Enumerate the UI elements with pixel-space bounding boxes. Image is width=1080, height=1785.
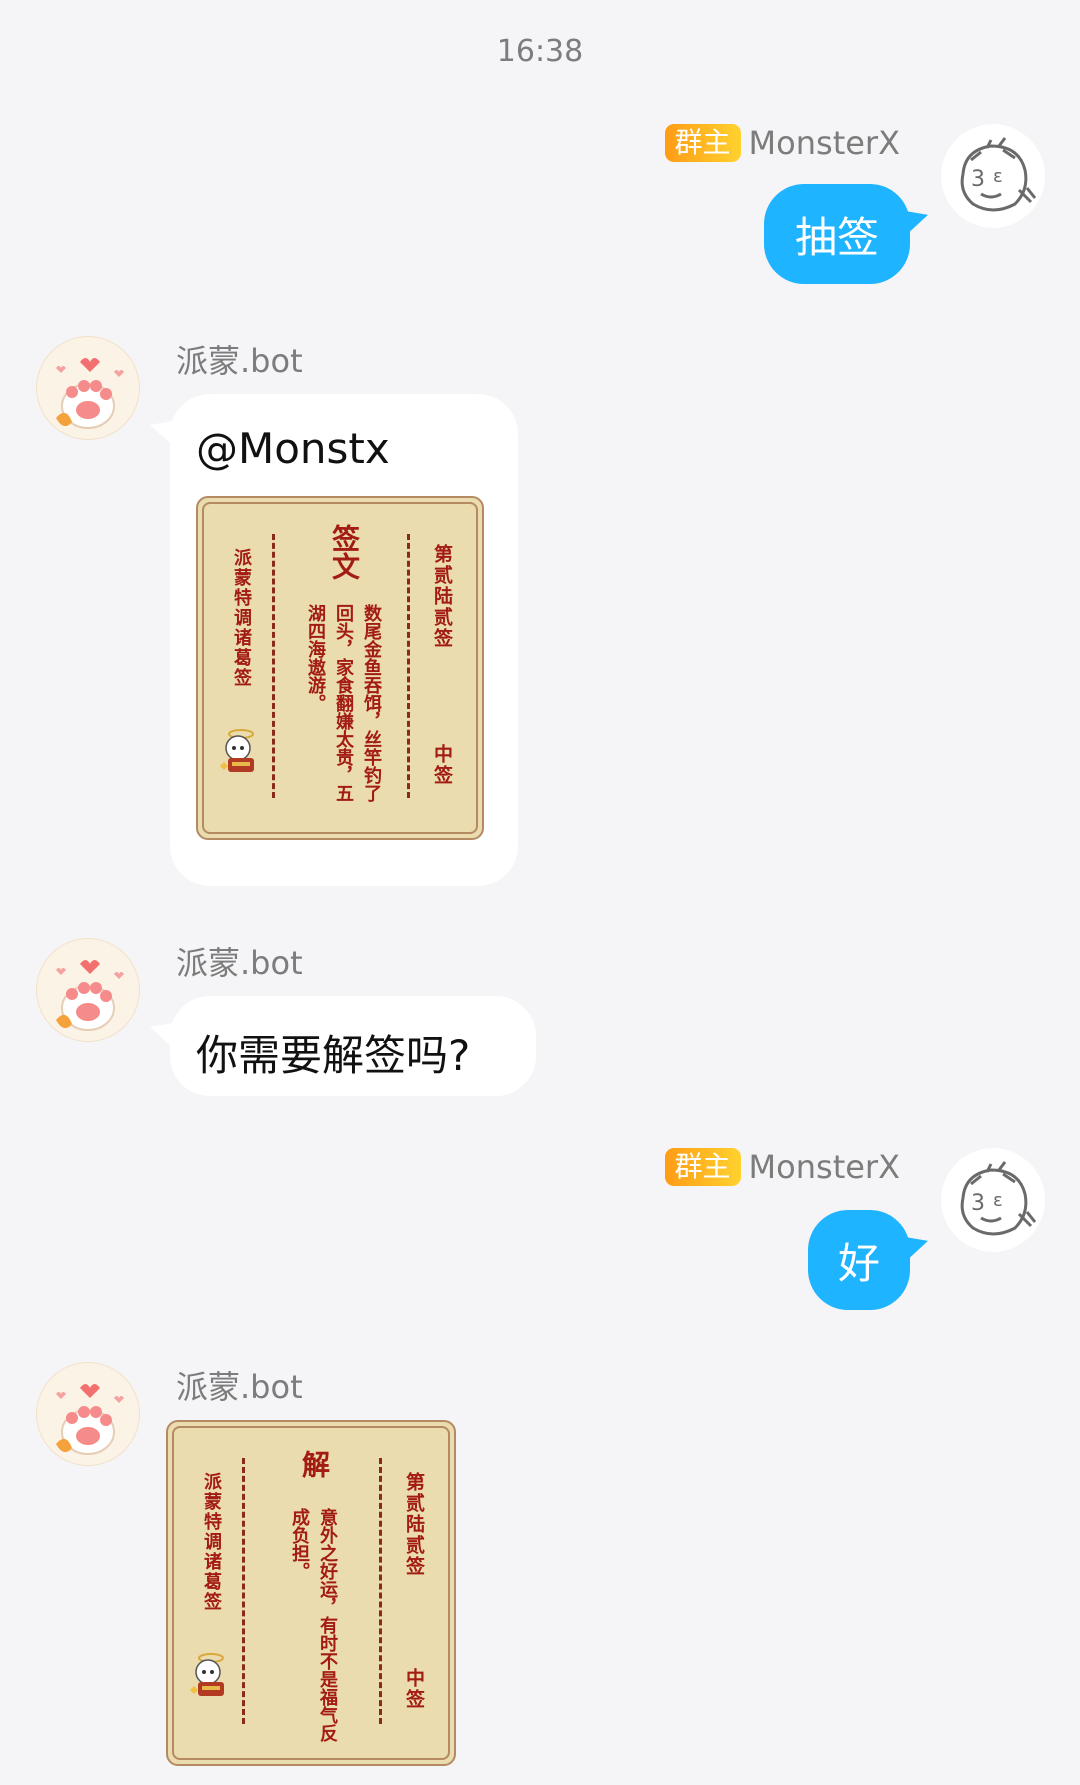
- bubble-tail: [906, 1226, 928, 1262]
- card-brand: 派蒙特调诸葛签: [201, 1472, 222, 1612]
- svg-text:ε: ε: [993, 166, 1003, 187]
- sender-line-bot: 派蒙.bot: [176, 1362, 303, 1408]
- card-heading: 签文: [328, 524, 361, 580]
- message-text: 你需要解签吗?: [196, 1031, 471, 1080]
- message-bubble-ok[interactable]: 好: [808, 1210, 910, 1310]
- svg-text:ε: ε: [993, 1190, 1003, 1211]
- sender-name-user[interactable]: MonsterX: [749, 124, 900, 162]
- sender-name-user[interactable]: MonsterX: [749, 1148, 900, 1186]
- sender-line-bot: 派蒙.bot: [176, 336, 303, 382]
- card-slip-number: 第贰陆贰签: [403, 1472, 425, 1577]
- owner-badge: 群主: [664, 1148, 741, 1186]
- card-brand: 派蒙特调诸葛签: [231, 548, 252, 688]
- sender-line-user: 群主 MonsterX: [664, 1148, 900, 1186]
- paimon-mascot-icon: [220, 729, 254, 772]
- fortune-card[interactable]: 第贰陆贰签 中签 签文 数尾金鱼吞饵，丝竿钓了 回头，家食翻嫌太贵，五 湖四海遨…: [196, 496, 484, 840]
- cat-paw-avatar-icon: [36, 336, 140, 440]
- cat-paw-avatar-icon: [36, 938, 140, 1042]
- sketch-face-avatar-icon: 3 ε: [941, 124, 1045, 228]
- sketch-face-avatar-icon: 3 ε: [941, 1148, 1045, 1252]
- divider-left: [272, 534, 275, 798]
- svg-text:3: 3: [971, 167, 985, 192]
- divider-left: [242, 1458, 245, 1724]
- bot-avatar[interactable]: [36, 938, 140, 1042]
- sender-name-bot[interactable]: 派蒙.bot: [176, 1362, 303, 1408]
- bot-avatar[interactable]: [36, 1362, 140, 1466]
- card-text-line: 数尾金鱼吞饵，丝竿钓了: [361, 604, 382, 802]
- card-heading: 解: [298, 1450, 331, 1478]
- user-avatar[interactable]: 3 ε: [941, 1148, 1045, 1252]
- card-slip-number: 第贰陆贰签: [431, 544, 453, 649]
- cat-paw-avatar-icon: [36, 1362, 140, 1466]
- bubble-tail: [150, 410, 172, 446]
- interpretation-card[interactable]: 第贰陆贰签 中签 解 意外之好运，有时不是福气反 成负担。 派蒙特调诸葛签: [166, 1420, 456, 1766]
- card-text-line: 回头，家食翻嫌太贵，五: [333, 604, 354, 802]
- message-text: 好: [837, 1238, 880, 1288]
- sender-line-bot: 派蒙.bot: [176, 938, 303, 984]
- sender-line-user: 群主 MonsterX: [664, 124, 900, 162]
- divider-right: [379, 1458, 382, 1724]
- svg-text:3: 3: [971, 1191, 985, 1216]
- card-text-line: 湖四海遨游。: [305, 604, 326, 712]
- timestamp: 16:38: [496, 34, 584, 69]
- paimon-mascot-icon: [190, 1653, 224, 1696]
- bubble-tail: [150, 1012, 172, 1048]
- sender-name-bot[interactable]: 派蒙.bot: [176, 336, 303, 382]
- divider-right: [407, 534, 410, 798]
- card-slip-grade: 中签: [403, 1668, 425, 1710]
- bubble-tail: [906, 200, 928, 236]
- message-text: 抽签: [794, 212, 879, 262]
- card-slip-grade: 中签: [431, 744, 453, 786]
- card-text-line: 意外之好运，有时不是福气反: [317, 1508, 338, 1742]
- sender-name-bot[interactable]: 派蒙.bot: [176, 938, 303, 984]
- message-bubble-fortune[interactable]: @Monstx 第贰陆贰签 中签 签文 数尾金鱼吞饵，丝竿钓了 回头，家食翻嫌太…: [170, 394, 518, 886]
- owner-badge: 群主: [664, 124, 741, 162]
- card-text-line: 成负担。: [289, 1508, 310, 1580]
- message-bubble-question[interactable]: 你需要解签吗?: [170, 996, 536, 1096]
- user-avatar[interactable]: 3 ε: [941, 124, 1045, 228]
- message-bubble-draw[interactable]: 抽签: [764, 184, 910, 284]
- mention-text[interactable]: @Monstx: [196, 424, 390, 473]
- bot-avatar[interactable]: [36, 336, 140, 440]
